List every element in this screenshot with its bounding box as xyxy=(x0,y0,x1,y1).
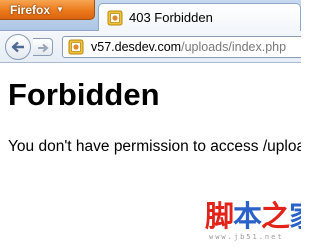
navigation-toolbar: v57.desdev.com/uploads/index.php xyxy=(0,31,301,63)
back-button[interactable] xyxy=(5,34,31,60)
title-bar: Firefox ▼ 403 Forbidden xyxy=(0,0,301,31)
watermark-text: 脚本之家 xyxy=(205,198,301,234)
page-content: Forbidden You don't have permission to a… xyxy=(0,63,301,251)
forward-button[interactable] xyxy=(33,38,53,56)
watermark-char: 脚 xyxy=(205,199,234,233)
firefox-menu-button[interactable]: Firefox ▼ xyxy=(0,0,95,20)
forward-arrow-icon xyxy=(37,38,49,57)
watermark-char: 本 xyxy=(233,199,262,233)
watermark-logo: 脚本之家 www.jb51.net xyxy=(205,198,301,248)
url-domain: v57.desdev.com xyxy=(91,40,182,54)
watermark-url: www.jb51.net xyxy=(209,233,284,241)
url-text: v57.desdev.com/uploads/index.php xyxy=(91,40,286,54)
browser-window: Firefox ▼ 403 Forbidden v57.desdev.com/u… xyxy=(0,0,301,251)
chevron-down-icon: ▼ xyxy=(56,4,64,14)
watermark-char: 家 xyxy=(289,199,301,233)
url-bar[interactable]: v57.desdev.com/uploads/index.php xyxy=(62,36,301,58)
site-favicon-icon xyxy=(107,10,123,26)
back-arrow-icon xyxy=(11,38,25,57)
page-title: Forbidden xyxy=(8,77,160,112)
tab-title: 403 Forbidden xyxy=(129,10,213,25)
watermark-char: 之 xyxy=(261,199,290,233)
site-identity-icon[interactable] xyxy=(68,39,84,55)
url-path: /uploads/index.php xyxy=(181,40,287,54)
firefox-menu-label: Firefox xyxy=(10,2,51,17)
tab-active[interactable]: 403 Forbidden xyxy=(98,3,301,31)
error-message: You don't have permission to access /upl… xyxy=(8,138,301,155)
